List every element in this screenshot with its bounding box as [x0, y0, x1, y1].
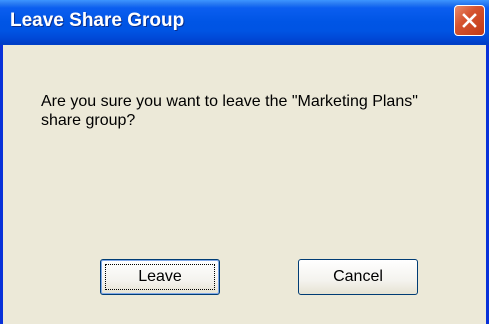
dialog-window: Leave Share Group Are you sure you want … [0, 0, 489, 324]
close-button[interactable] [454, 5, 485, 36]
dialog-title: Leave Share Group [10, 10, 185, 31]
cancel-button[interactable]: Cancel [298, 259, 418, 295]
leave-button-label: Leave [105, 264, 215, 290]
leave-button[interactable]: Leave [100, 259, 220, 295]
title-bar[interactable]: Leave Share Group [0, 0, 489, 45]
close-icon [462, 13, 477, 28]
dialog-message: Are you sure you want to leave the "Mark… [41, 93, 418, 129]
